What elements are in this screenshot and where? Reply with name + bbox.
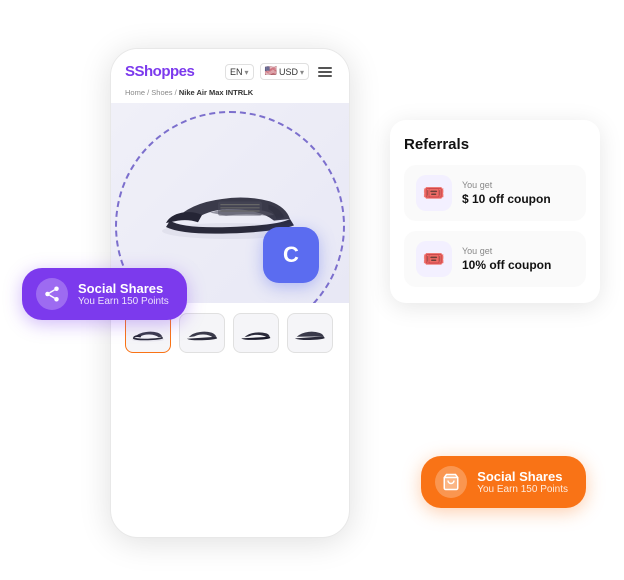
phone-header: SShoppes EN 🇺🇸 USD [111,49,349,86]
social-shares-text-left: Social Shares You Earn 150 Points [78,281,169,307]
flag-icon: 🇺🇸 [265,66,277,77]
badge-subtitle-left: You Earn 150 Points [78,296,169,307]
coupon-value-1: $ 10 off coupon [462,192,551,206]
breadcrumb: Home / Shoes / Nike Air Max INTRLK [111,86,349,103]
bag-icon-right [435,466,467,498]
breadcrumb-current: Nike Air Max INTRLK [179,88,253,97]
lang-selector[interactable]: EN [225,64,254,80]
coupon-text-2: You get 10% off coupon [462,246,551,272]
coupon-ticket-icon-2: 🎟️ [416,241,452,277]
currency-selector[interactable]: 🇺🇸 USD [260,63,309,80]
scene: SShoppes EN 🇺🇸 USD Home / [0,0,624,580]
coupon-value-2: 10% off coupon [462,258,551,272]
breadcrumb-shoes[interactable]: Shoes [151,88,172,97]
coupon-you-get-label-2: You get [462,246,551,256]
referrals-title: Referrals [404,136,586,153]
social-shares-badge-right[interactable]: Social Shares You Earn 150 Points [421,456,586,508]
coupon-ticket-icon-1: 🎟️ [416,175,452,211]
share-icon-left [36,278,68,310]
badge-subtitle-right: You Earn 150 Points [477,484,568,495]
thumbnail-4[interactable] [287,313,333,353]
lang-label: EN [230,67,243,77]
currency-chevron-icon [300,67,304,77]
logo-accent: S [125,63,135,80]
social-shares-badge-left[interactable]: Social Shares You Earn 150 Points [22,268,187,320]
badge-title-right: Social Shares [477,469,568,484]
phone-nav: EN 🇺🇸 USD [225,63,335,80]
lang-chevron-icon [245,67,249,77]
social-shares-text-right: Social Shares You Earn 150 Points [477,469,568,495]
breadcrumb-home[interactable]: Home [125,88,145,97]
badge-title-left: Social Shares [78,281,169,296]
hamburger-menu-icon[interactable] [315,64,335,80]
coupon-text-1: You get $ 10 off coupon [462,180,551,206]
currency-label: USD [279,67,298,77]
referrals-card: Referrals 🎟️ You get $ 10 off coupon 🎟️ … [390,120,600,303]
c-logo-badge: C [263,227,319,283]
coupon-you-get-label-1: You get [462,180,551,190]
thumbnail-2[interactable] [179,313,225,353]
thumbnail-3[interactable] [233,313,279,353]
c-logo-letter: C [283,242,299,268]
coupon-item-1: 🎟️ You get $ 10 off coupon [404,165,586,221]
app-logo: SShoppes [125,63,194,80]
coupon-item-2: 🎟️ You get 10% off coupon [404,231,586,287]
